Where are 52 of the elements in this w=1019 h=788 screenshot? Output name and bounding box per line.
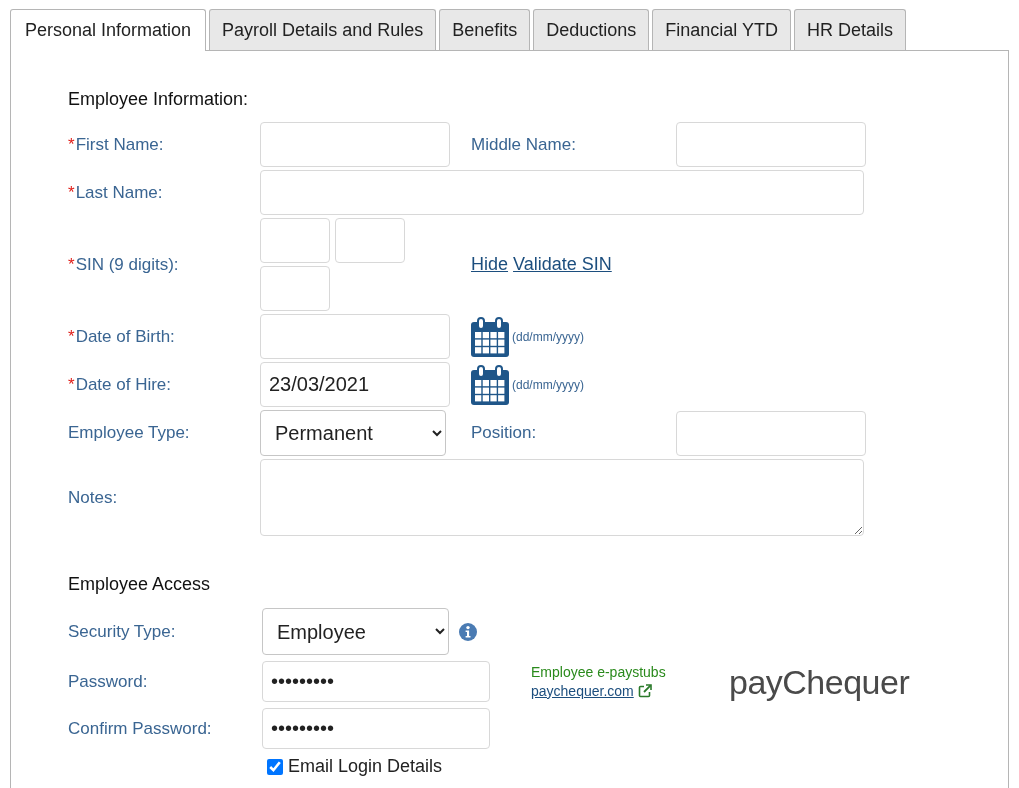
text-input[interactable] <box>260 170 864 215</box>
field-label: SIN (9 digits): <box>75 254 179 275</box>
required-asterisk: * <box>68 182 75 203</box>
checkbox[interactable] <box>267 758 283 775</box>
checkbox-label: Email Login Details <box>288 756 443 777</box>
tab[interactable]: Benefits <box>439 9 531 50</box>
field-label: Middle Name: <box>471 134 576 155</box>
field-label: First Name: <box>75 134 164 155</box>
info-icon <box>459 622 477 641</box>
field-label: Date of Birth: <box>75 326 175 347</box>
date-input[interactable] <box>260 314 450 359</box>
tab[interactable]: Payroll Details and Rules <box>209 9 437 50</box>
link[interactable]: Validate SIN <box>513 254 612 275</box>
required-asterisk: * <box>68 326 75 347</box>
required-asterisk: * <box>68 134 75 155</box>
sin-input[interactable] <box>260 266 330 311</box>
field-label: Confirm Password: <box>68 718 213 739</box>
field-label: Notes: <box>68 487 118 508</box>
tab[interactable]: Deductions <box>533 9 650 50</box>
password-input[interactable]: ••••••••• <box>262 708 490 749</box>
password-input[interactable]: ••••••••• <box>262 661 490 702</box>
text-input[interactable] <box>676 122 866 167</box>
section-heading: Employee Access <box>68 573 211 596</box>
date-format-hint: (dd/mm/yyyy) <box>512 329 584 344</box>
date-format-hint: (dd/mm/yyyy) <box>512 377 584 392</box>
tab[interactable]: HR Details <box>794 9 907 50</box>
calendar-icon <box>471 364 509 405</box>
dropdown-select[interactable]: Permanent <box>260 410 446 456</box>
tab[interactable]: Personal Information <box>10 9 207 51</box>
paystubs-caption: Employee e-paystubs <box>531 662 667 682</box>
sin-input[interactable] <box>260 218 330 263</box>
field-label: Date of Hire: <box>75 374 172 395</box>
external-link-icon <box>637 684 652 698</box>
notes-textarea[interactable] <box>260 459 864 536</box>
link[interactable]: Hide <box>471 254 509 275</box>
tab[interactable]: Financial YTD <box>652 9 791 50</box>
text-input[interactable] <box>676 410 866 456</box>
field-label: Password: <box>68 671 149 692</box>
calendar-icon <box>471 316 509 357</box>
required-asterisk: * <box>68 254 75 275</box>
link[interactable]: paychequer.com <box>531 681 634 701</box>
required-asterisk: * <box>68 374 75 395</box>
text-input[interactable] <box>260 122 450 167</box>
field-label: Position: <box>471 423 537 443</box>
logo: payChequer <box>729 663 910 700</box>
field-label: Security Type: <box>68 621 177 642</box>
date-input[interactable]: 23/03/2021 <box>260 362 450 407</box>
field-label: Employee Type: <box>68 423 190 443</box>
section-heading: Employee Information: <box>68 88 249 111</box>
dropdown-select[interactable]: Employee <box>262 608 449 655</box>
sin-input[interactable] <box>335 218 405 263</box>
field-label: Last Name: <box>75 182 163 203</box>
